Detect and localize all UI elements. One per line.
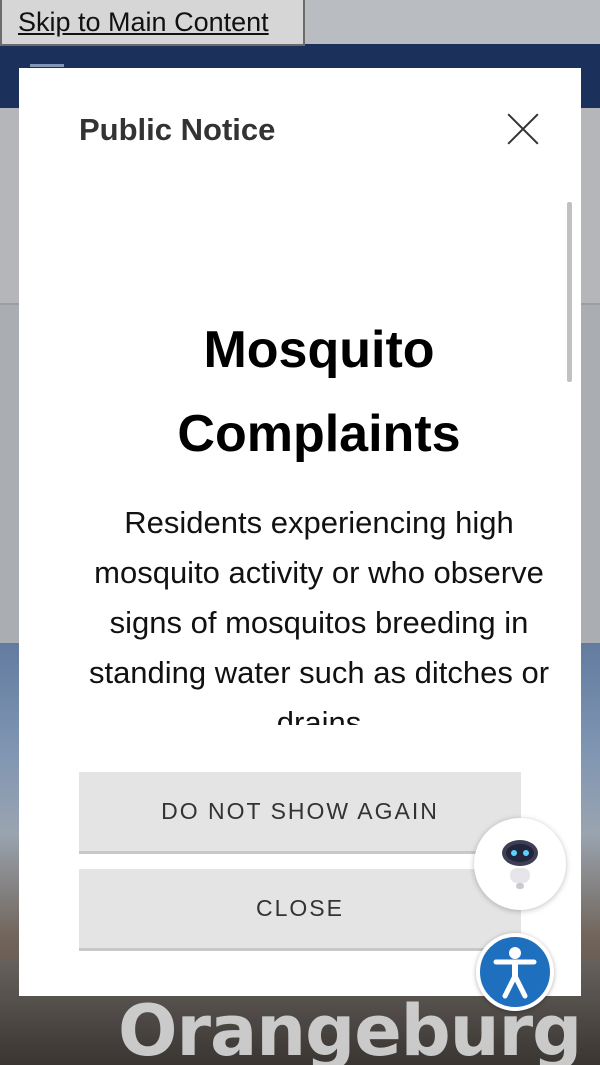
accessibility-icon [493, 947, 537, 999]
skip-to-main-content-link[interactable]: Skip to Main Content [0, 0, 305, 46]
modal-title: Public Notice [79, 112, 276, 147]
close-icon[interactable] [503, 108, 543, 148]
notice-body-text: Residents experiencing high mosquito act… [88, 505, 550, 725]
close-button[interactable]: CLOSE [79, 869, 521, 951]
robot-icon [502, 840, 538, 889]
do-not-show-again-button[interactable]: DO NOT SHOW AGAIN [79, 772, 521, 854]
notice-heading: Mosquito Complaints [177, 321, 461, 463]
chatbot-button[interactable] [474, 818, 566, 910]
notice-scroll-area[interactable]: Mosquito Complaints Residents experienci… [79, 200, 559, 725]
accessibility-button[interactable] [476, 933, 554, 1011]
scrollbar-thumb[interactable] [567, 202, 572, 382]
